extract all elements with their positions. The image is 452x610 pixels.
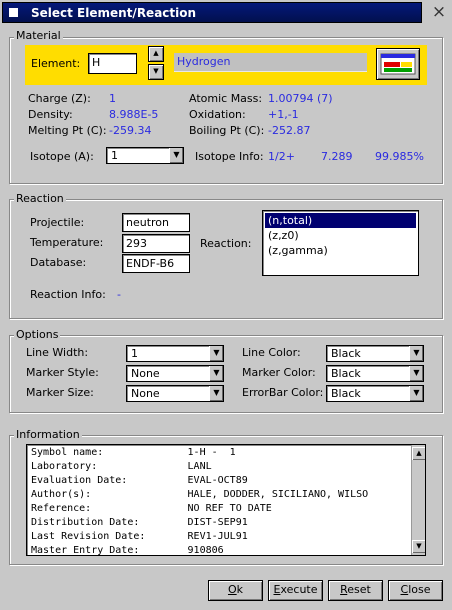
marker-style-select[interactable]: None ▼ [126,365,224,382]
material-legend: Material [14,29,63,42]
line-color-label: Line Color: [242,346,301,359]
info-line: Last Revision Date: REV1-JUL91 [31,531,248,542]
boiling-label: Boiling Pt (C): [189,124,265,137]
info-line: Author(s): HALE, DODDER, SICILIANO, WILS… [31,489,369,500]
reset-button[interactable]: Reset [328,580,383,601]
element-panel: Element: H ▲ ▼ Hydrogen [25,45,427,85]
line-color-select[interactable]: Black ▼ [326,345,424,362]
list-item-selected[interactable]: (n,total) [265,213,416,228]
charge-label: Charge (Z): [28,92,91,105]
ok-button[interactable]: Ok [208,580,263,601]
list-item[interactable]: (z,z0) [265,228,416,243]
errorbar-color-select-value: Black [331,387,361,400]
melting-label: Melting Pt (C): [28,124,107,137]
marker-style-label: Marker Style: [26,366,99,379]
errorbar-color-label: ErrorBar Color: [242,386,324,399]
melting-value: -259.34 [109,124,152,137]
marker-color-select-value: Black [331,367,361,380]
execute-button[interactable]: Execute [268,580,323,601]
isotope-select[interactable]: 1 ▼ [106,147,184,164]
element-input[interactable]: H [88,53,137,74]
reaction-info-label: Reaction Info: [30,288,106,301]
oxidation-label: Oxidation: [189,108,246,121]
errorbar-color-select[interactable]: Black ▼ [326,385,424,402]
reaction-info-value: - [117,288,121,301]
element-spin-up-button[interactable]: ▲ [148,46,164,62]
line-width-select[interactable]: 1 ▼ [126,345,224,362]
line-width-label: Line Width: [26,346,89,359]
density-value: 8.988E-5 [109,108,159,121]
boiling-value: -252.87 [268,124,311,137]
ok-button-label: Ok [227,583,244,596]
window-title: Select Element/Reaction [31,6,197,20]
periodic-table-button[interactable] [376,48,420,80]
information-legend: Information [14,428,82,441]
info-line: Symbol name: 1-H - 1 [31,447,236,458]
isotope-abundance: 99.985% [375,150,424,163]
info-line: Evaluation Date: EVAL-OCT89 [31,475,248,486]
marker-size-label: Marker Size: [26,386,94,399]
marker-style-select-value: None [131,367,160,380]
info-line: Laboratory: LANL [31,461,212,472]
isotope-select-value: 1 [111,149,118,162]
reaction-label: Reaction: [200,237,252,250]
periodic-table-icon [380,53,416,75]
marker-color-label: Marker Color: [242,366,316,379]
projectile-label: Projectile: [30,216,85,229]
info-line: Distribution Date: DIST-SEP91 [31,517,248,528]
close-button[interactable]: Close [388,580,443,601]
temperature-input[interactable]: 293 [122,234,190,253]
list-item[interactable]: (z,gamma) [265,243,416,258]
info-line: Master Entry Date: 910806 [31,545,224,556]
line-color-select-value: Black [331,347,361,360]
isotope-label: Isotope (A): [30,150,94,163]
chevron-down-icon[interactable]: ▼ [409,346,423,361]
element-label: Element: [31,57,81,70]
close-icon[interactable]: × [429,2,449,22]
temperature-label: Temperature: [30,236,104,249]
isotope-info-label: Isotope Info: [195,150,264,163]
title-bar: Select Element/Reaction × [0,0,452,26]
charge-value: 1 [109,92,116,105]
mass-label: Atomic Mass: [189,92,263,105]
info-scrollbar[interactable]: ▲ ▼ [411,445,425,555]
information-text[interactable]: Symbol name: 1-H - 1 Laboratory: LANL Ev… [26,444,426,556]
title-bar-active[interactable]: Select Element/Reaction [2,2,422,23]
reaction-legend: Reaction [14,192,66,205]
density-label: Density: [28,108,73,121]
chevron-down-icon[interactable]: ▼ [409,366,423,381]
oxidation-value: +1,-1 [268,108,299,121]
isotope-spin: 1/2+ [268,150,295,163]
element-name: Hydrogen [174,53,367,72]
options-legend: Options [14,328,61,341]
reaction-list[interactable]: (n,total) (z,z0) (z,gamma) [262,210,419,276]
marker-color-select[interactable]: Black ▼ [326,365,424,382]
chevron-down-icon[interactable]: ▼ [209,346,223,361]
chevron-down-icon[interactable]: ▼ [209,386,223,401]
scroll-down-button[interactable]: ▼ [412,540,425,553]
spin-down-icon: ▼ [153,67,159,75]
spin-up-icon: ▲ [153,49,159,57]
scroll-up-button[interactable]: ▲ [412,447,425,460]
line-width-select-value: 1 [131,347,138,360]
execute-button-label: Execute [273,583,318,596]
chevron-down-icon[interactable]: ▼ [209,366,223,381]
reset-button-label: Reset [340,583,371,596]
mass-value: 1.00794 (7) [268,92,333,105]
close-button-label: Close [400,583,431,596]
window-menu-icon[interactable] [9,8,18,17]
info-line: Reference: NO REF TO DATE [31,503,272,514]
marker-size-select-value: None [131,387,160,400]
element-spin-down-button[interactable]: ▼ [148,64,164,80]
database-label: Database: [30,256,87,269]
isotope-mass-excess: 7.289 [321,150,353,163]
marker-size-select[interactable]: None ▼ [126,385,224,402]
database-input[interactable]: ENDF-B6 [122,254,190,273]
arrow-up-icon: ▲ [416,449,422,457]
arrow-down-icon: ▼ [416,542,422,550]
chevron-down-icon[interactable]: ▼ [409,386,423,401]
projectile-input[interactable]: neutron [122,213,190,232]
chevron-down-icon[interactable]: ▼ [169,148,183,163]
